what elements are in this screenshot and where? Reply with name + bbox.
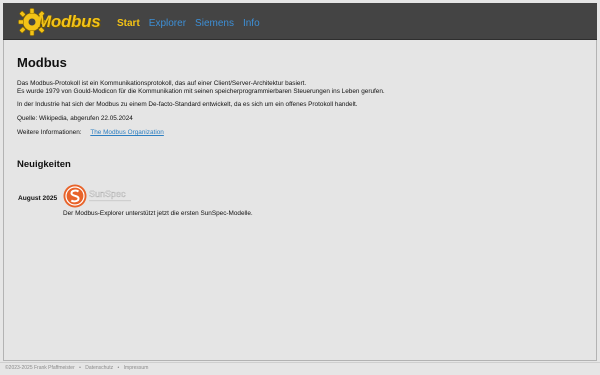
sunspec-logo-graphic: SunSpec bbox=[63, 184, 131, 208]
source-note: Quelle: Wikipedia, abgerufen 22.05.2024 bbox=[17, 115, 133, 122]
intro-paragraph: Das Modbus-Protokoll ist ein Kommunikati… bbox=[17, 80, 385, 96]
news-date: August 2025 bbox=[18, 195, 58, 202]
intro-line-1: Das Modbus-Protokoll ist ein Kommunikati… bbox=[17, 80, 307, 87]
footer-separator: • bbox=[79, 365, 81, 371]
more-info-label: Weitere Informationen: bbox=[17, 129, 82, 136]
industry-paragraph: In der Industrie hat sich der Modbus zu … bbox=[17, 101, 358, 108]
sunspec-logo: SunSpec bbox=[63, 183, 133, 209]
nav-siemens[interactable]: Siemens bbox=[195, 17, 234, 31]
main-content: Modbus Das Modbus-Protokoll ist ein Komm… bbox=[17, 55, 577, 217]
footer-separator: • bbox=[117, 365, 120, 371]
nav-start[interactable]: Start bbox=[117, 17, 140, 31]
privacy-link[interactable]: Datenschutz bbox=[85, 365, 113, 371]
nav-info[interactable]: Info bbox=[243, 17, 260, 31]
logo-text: Modbus bbox=[37, 12, 101, 31]
more-info-row: Weitere Informationen: The Modbus Organi… bbox=[17, 129, 164, 137]
modbus-organization-link[interactable]: The Modbus Organization bbox=[90, 129, 164, 136]
main-nav: Start Explorer Siemens Info bbox=[117, 17, 260, 31]
nav-explorer[interactable]: Explorer bbox=[149, 17, 186, 31]
imprint-link[interactable]: Impressum bbox=[124, 365, 149, 371]
app-logo[interactable]: Modbus bbox=[17, 7, 103, 37]
top-bar: Modbus Start Explorer Siemens Info bbox=[3, 3, 597, 40]
intro-line-2: Es wurde 1979 von Gould-Modicon für die … bbox=[17, 88, 385, 95]
copyright-text: ©2023-2025 Frank Pfaffmeister bbox=[5, 365, 75, 371]
page-title: Modbus bbox=[17, 55, 67, 70]
sunspec-wordmark: SunSpec bbox=[89, 189, 126, 199]
footer: ©2023-2025 Frank Pfaffmeister • Datensch… bbox=[0, 362, 600, 375]
news-text: Der Modbus-Explorer unterstützt jetzt di… bbox=[63, 210, 253, 217]
news-heading: Neuigkeiten bbox=[17, 159, 71, 170]
